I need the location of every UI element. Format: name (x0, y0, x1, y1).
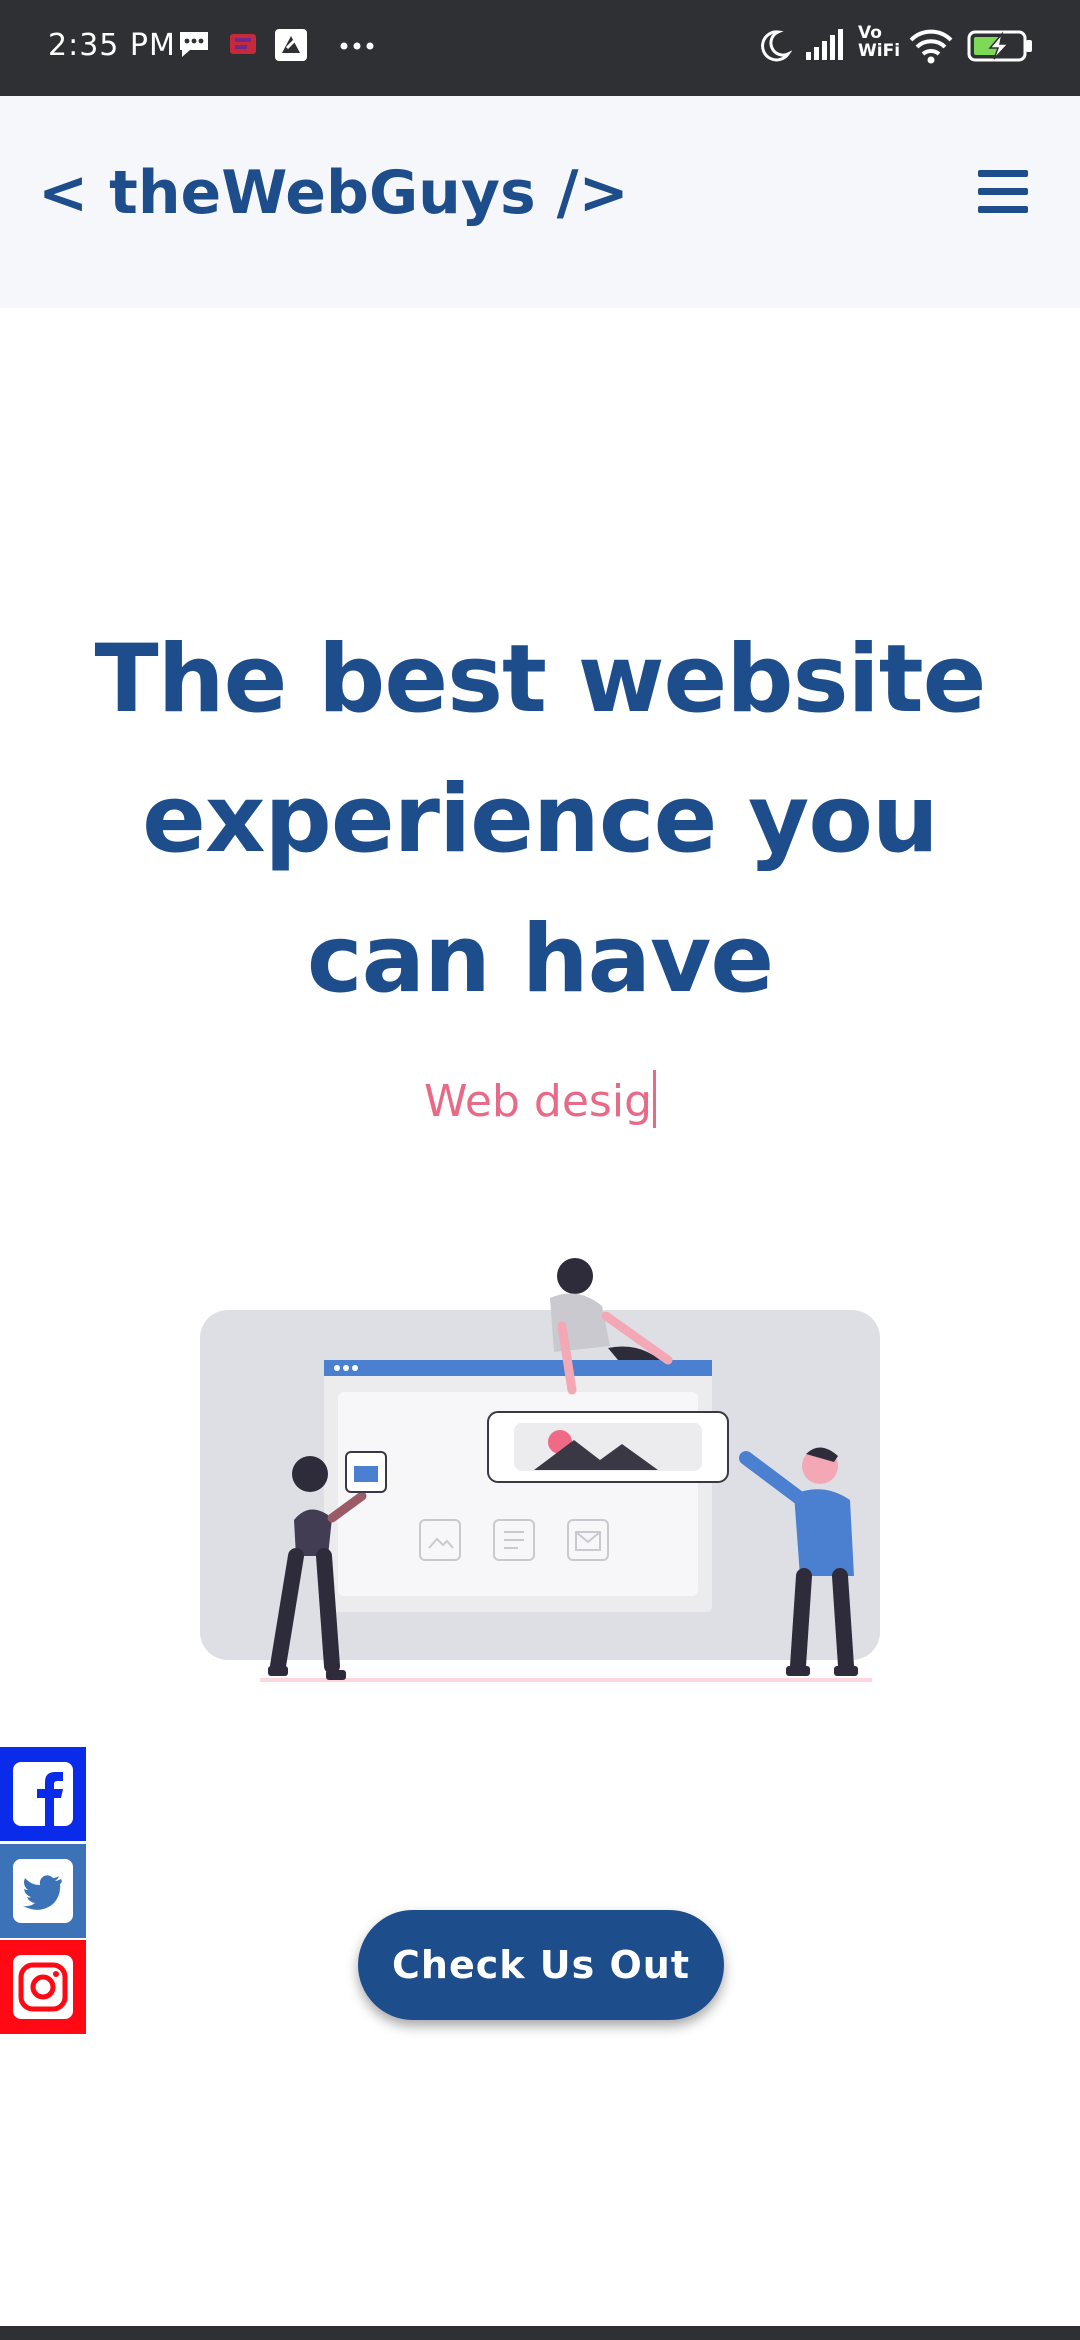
vowifi-label: Vo (858, 23, 882, 43)
hero-title-line: experience you (142, 765, 939, 874)
hero-title: The best website experience you can have (40, 610, 1040, 1030)
hero-title-line: The best website (94, 625, 987, 734)
status-time: 2:35 PM (48, 28, 176, 63)
typing-text: Web desig (424, 1076, 652, 1127)
hamburger-icon[interactable] (978, 170, 1028, 214)
hero-title-line: can have (306, 905, 774, 1014)
bottom-strip (0, 2326, 1080, 2340)
check-us-out-button[interactable]: Check Us Out (358, 1910, 724, 2020)
instagram-icon (13, 1955, 73, 2019)
vowifi-label: WiFi (858, 41, 901, 61)
site-logo[interactable]: < theWebGuys /> (38, 158, 629, 228)
vowifi-icon: Vo WiFi (858, 23, 901, 61)
instagram-link[interactable] (0, 1940, 86, 2034)
typing-subtitle: Web desig (0, 1070, 1080, 1128)
moon-icon (756, 26, 793, 71)
wifi-icon (908, 26, 954, 71)
twitter-link[interactable] (0, 1844, 86, 1938)
site-header: < theWebGuys /> (0, 96, 1080, 308)
status-bar: 2:35 PM Vo WiFi (0, 0, 1080, 96)
twitter-icon (13, 1859, 73, 1923)
more-icon (338, 26, 378, 67)
facebook-link[interactable] (0, 1747, 86, 1841)
facebook-icon (13, 1762, 73, 1826)
message-icon (176, 26, 212, 67)
battery-charging-icon (966, 26, 1036, 71)
signal-icon (804, 26, 848, 69)
notification-icon (226, 26, 262, 67)
notification-icon (272, 26, 310, 69)
typing-caret (653, 1070, 656, 1128)
hero-illustration (200, 1258, 880, 1682)
